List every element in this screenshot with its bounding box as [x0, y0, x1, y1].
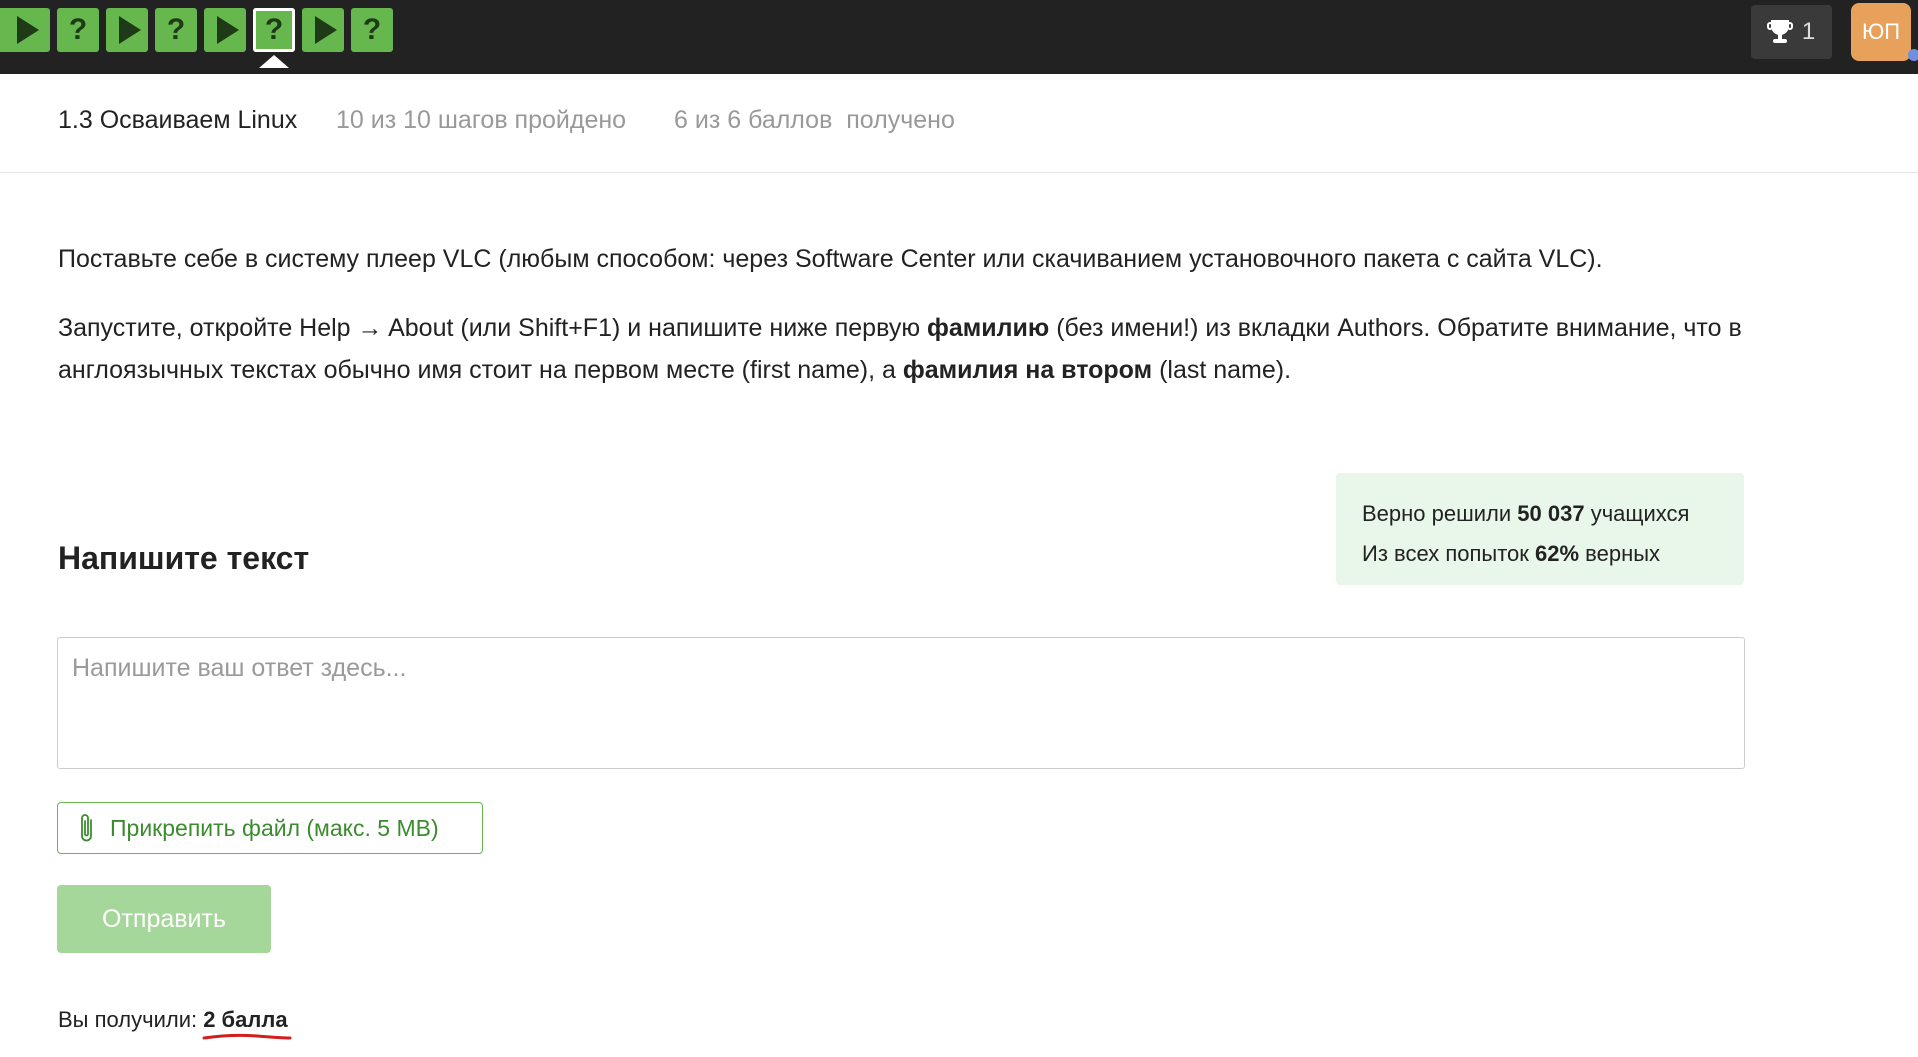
step-navigation: ? ? ? ?	[0, 8, 393, 52]
stats-solved-count: 50 037	[1517, 501, 1585, 526]
play-icon	[17, 16, 39, 44]
stats-label: Верно решили	[1362, 501, 1518, 526]
play-icon	[315, 16, 337, 44]
attach-file-label: Прикрепить файл (макс. 5 MB)	[110, 814, 439, 841]
step-1-video[interactable]	[0, 8, 50, 52]
attach-file-button[interactable]: Прикрепить файл (макс. 5 MB)	[57, 802, 483, 854]
submit-button[interactable]: Отправить	[57, 885, 271, 953]
step-7-video[interactable]	[302, 8, 344, 52]
result-score: 2 балла	[202, 1007, 292, 1040]
step-8-quiz[interactable]: ?	[351, 8, 393, 52]
step-5-video[interactable]	[204, 8, 246, 52]
step-2-quiz[interactable]: ?	[57, 8, 99, 52]
handwritten-underline	[202, 1033, 292, 1040]
play-icon	[217, 16, 239, 44]
task-paragraph-1: Поставьте себе в систему плеер VLC (любы…	[58, 245, 1603, 273]
answer-input[interactable]	[57, 637, 1745, 769]
task-bold-text: фамилию	[927, 314, 1050, 342]
solution-stats: Верно решили 50 037 учащихся Из всех поп…	[1336, 473, 1744, 585]
avatar[interactable]: ЮП	[1851, 3, 1911, 61]
stats-correct-percent: 62%	[1535, 541, 1580, 566]
achievements-count: 1	[1801, 18, 1816, 45]
notification-dot	[1908, 49, 1918, 61]
task-paragraph-2: Запустите, откройте Help → About (или Sh…	[58, 307, 1758, 391]
play-icon	[119, 16, 141, 44]
lesson-progress: 10 из 10 шагов пройдено	[336, 106, 627, 134]
paperclip-icon	[78, 812, 96, 844]
task-text: (last name).	[1152, 356, 1292, 384]
task-text: Запустите, откройте Help → About (или Sh…	[58, 314, 928, 342]
task-bold-text: фамилия на втором	[902, 356, 1153, 384]
result-text: Вы получили: 2 балла	[58, 1007, 292, 1040]
step-6-quiz-current[interactable]: ?	[253, 8, 295, 52]
achievements-button[interactable]: 1	[1751, 5, 1832, 59]
stats-label: верных	[1579, 541, 1661, 566]
lesson-header: 1.3 Осваиваем Linux 10 из 10 шагов пройд…	[0, 74, 1918, 173]
question-icon: ?	[166, 13, 186, 46]
result-label: Вы получили:	[58, 1007, 204, 1032]
question-icon: ?	[68, 13, 88, 46]
task-heading: Напишите текст	[58, 540, 310, 576]
top-bar: ? ? ? ? 1 ЮП	[0, 0, 1918, 74]
question-icon: ?	[264, 13, 284, 46]
step-4-quiz[interactable]: ?	[155, 8, 197, 52]
stats-label: учащихся	[1584, 501, 1690, 526]
avatar-initials: ЮП	[1861, 19, 1901, 44]
result-score-value: 2 балла	[203, 1007, 288, 1032]
lesson-title[interactable]: 1.3 Осваиваем Linux	[58, 106, 297, 135]
trophy-icon	[1766, 20, 1793, 44]
stats-solved-line: Верно решили 50 037 учащихся	[1362, 494, 1744, 534]
stats-label: Из всех попыток	[1362, 541, 1535, 566]
stats-correct-line: Из всех попыток 62% верных	[1362, 534, 1744, 574]
question-icon: ?	[362, 13, 382, 46]
step-3-video[interactable]	[106, 8, 148, 52]
lesson-score: 6 из 6 баллов получено	[674, 106, 955, 134]
